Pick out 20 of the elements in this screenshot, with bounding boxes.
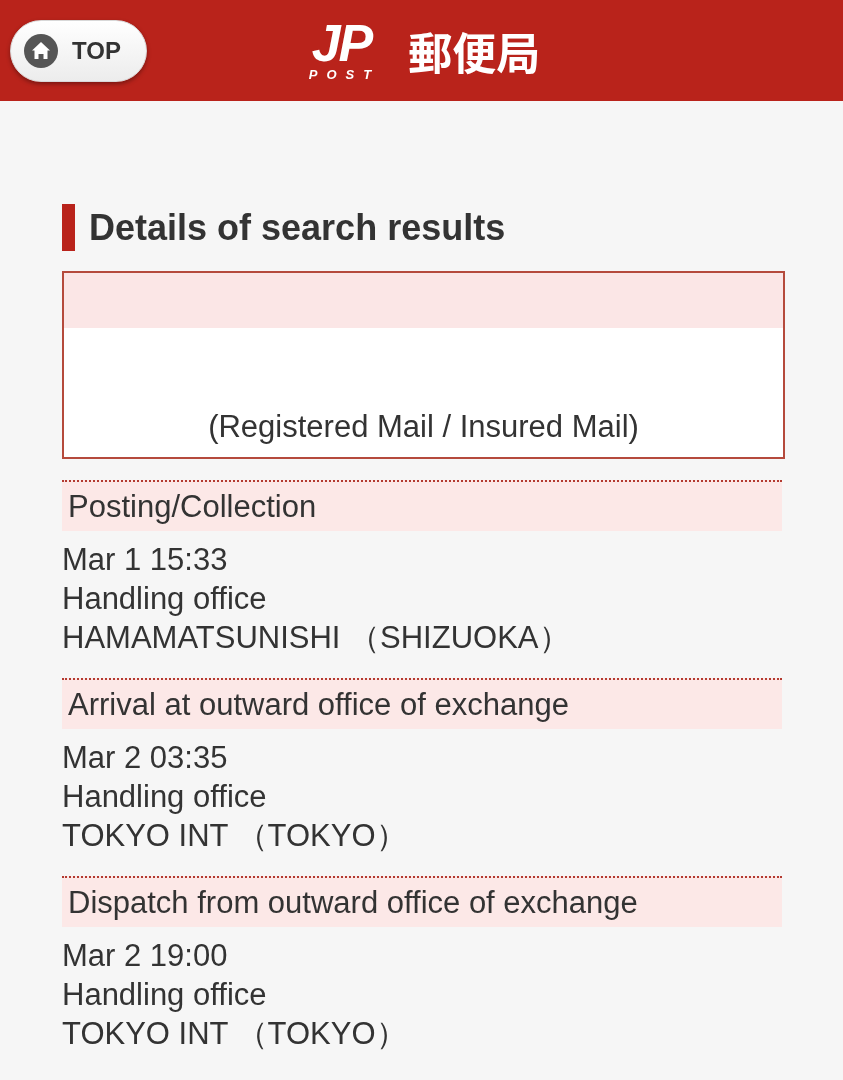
- logo-wordmark: 郵便局: [408, 28, 541, 73]
- page-heading: Details of search results: [89, 206, 506, 249]
- event-date: Mar 2 03:35: [62, 739, 228, 777]
- event-date: Mar 1 15:33: [62, 541, 228, 579]
- office-name: TOKYO INT （TOKYO）: [62, 1015, 407, 1053]
- event-status: Dispatch from outward office of exchange: [62, 876, 782, 927]
- logo-letters: JP: [311, 18, 372, 67]
- top-button[interactable]: TOP: [10, 19, 147, 82]
- logo-subtext: POST: [308, 66, 381, 83]
- event-date: Mar 2 19:00: [62, 937, 228, 975]
- office-label: Handling office: [62, 976, 267, 1014]
- event-status: Arrival at outward office of exchange: [62, 678, 782, 729]
- office-label: Handling office: [62, 580, 267, 618]
- office-label: Handling office: [62, 778, 267, 816]
- event-status: Posting/Collection: [62, 480, 782, 531]
- heading-accent-bar: [62, 204, 75, 251]
- office-name: HAMAMATSUNISHI （SHIZUOKA）: [62, 619, 570, 657]
- office-name: TOKYO INT （TOKYO）: [62, 817, 407, 855]
- mail-type-text: (Registered Mail / Insured Mail): [208, 409, 639, 445]
- home-icon: [24, 33, 58, 68]
